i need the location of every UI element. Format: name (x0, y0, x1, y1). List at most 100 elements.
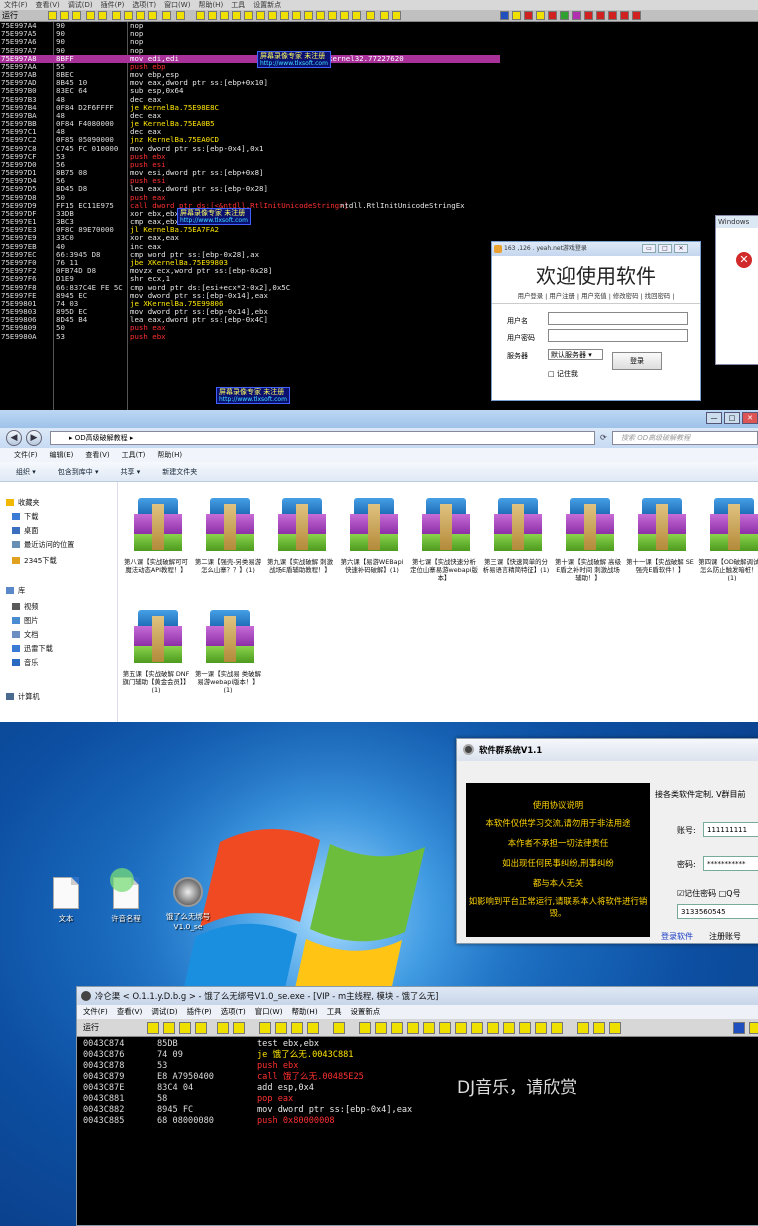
desktop-icon-text[interactable]: 文本 (36, 877, 96, 924)
close-icon[interactable]: ✕ (674, 244, 688, 253)
code-row[interactable]: 75E997BB 0F84 F4080000 je KernelBa.75EA0B5 (0, 119, 500, 128)
step-into-icon[interactable] (259, 1022, 271, 1034)
run-icon[interactable] (86, 11, 95, 20)
goto-icon[interactable] (176, 11, 185, 20)
file-label[interactable]: 第五课【实战破解 DNF 旗门辅助【黄金会员】】(1) (122, 670, 190, 695)
menu-item[interactable]: 查看(V) (36, 1, 60, 9)
nav-item[interactable]: 收藏夹 (6, 498, 40, 508)
code-row[interactable]: 0043C885 68 08000080 push 0x80000008 (81, 1116, 758, 1127)
password-input[interactable]: *********** (703, 856, 758, 871)
code-row[interactable]: 75E997B4 0F84 D2F6FFFF je KernelBa.75E98E8… (0, 103, 500, 112)
trace-over-icon[interactable] (148, 11, 157, 20)
plugin-icon-9[interactable] (596, 11, 605, 20)
menu-item[interactable]: 共享 ▾ (121, 468, 141, 476)
menu-item[interactable]: 工具 (327, 1007, 342, 1016)
list-icon[interactable] (380, 11, 389, 20)
close-icon[interactable] (72, 11, 81, 20)
menu-item[interactable]: 帮助(H) (198, 1, 223, 9)
list-icon[interactable] (593, 1022, 605, 1034)
code-row[interactable]: 75E997E3 0F8C 89E70000 jl KernelBa.75EA7FA… (0, 226, 500, 234)
nav-item[interactable]: 迅雷下载 (12, 644, 53, 654)
plugin-icon-3[interactable] (524, 11, 533, 20)
minimize-icon[interactable]: — (706, 412, 722, 424)
executable-modules-icon[interactable] (208, 11, 217, 20)
nav-item[interactable]: 下载 (12, 512, 38, 522)
pause-icon[interactable] (98, 11, 107, 20)
cpu-icon[interactable] (455, 1022, 467, 1034)
menu-item[interactable]: 窗口(W) (255, 1007, 283, 1016)
account-links[interactable]: 用户登录 | 用户注册 | 用户充值 | 修改密码 | 找回密码 | (492, 291, 700, 304)
help-icon[interactable] (392, 11, 401, 20)
trace-over-icon[interactable] (307, 1022, 319, 1034)
file-label[interactable]: 第六课【易游WEBapi快速补码破解】(1) (338, 558, 406, 574)
step-over-icon[interactable] (275, 1022, 287, 1034)
menu-item[interactable]: 选项(T) (132, 1, 156, 9)
code-row[interactable]: 75E997A6 90 nop (0, 38, 500, 46)
patches-icon[interactable] (471, 1022, 483, 1034)
execute-till-return-icon[interactable] (162, 11, 171, 20)
back-icon[interactable]: ◀ (6, 430, 22, 446)
source-icon[interactable] (340, 11, 349, 20)
trace-into-icon[interactable] (136, 11, 145, 20)
code-row[interactable]: 75E997A7 90 nop (0, 46, 500, 55)
cpu-icon[interactable] (268, 11, 277, 20)
log-window-icon[interactable] (359, 1022, 371, 1034)
plugin-icon-11[interactable] (620, 11, 629, 20)
nav-item[interactable]: 库 (6, 586, 25, 596)
call-stack-icon[interactable] (487, 1022, 499, 1034)
code-row[interactable]: 0043C882 8945 FC mov dword ptr ss:[ebp-0x4… (81, 1105, 758, 1116)
minimize-icon[interactable]: ▭ (642, 244, 656, 253)
menu-item[interactable]: 工具(T) (122, 451, 146, 459)
menu-item[interactable]: 包含到库中 ▾ (58, 468, 99, 476)
menu-item[interactable]: 帮助(H) (157, 451, 182, 459)
code-row[interactable]: 0043C874 85DB test ebx,ebx (81, 1039, 758, 1050)
register-link[interactable]: 注册账号 (709, 931, 741, 942)
maximize-icon[interactable]: □ (658, 244, 672, 253)
references-icon[interactable] (316, 11, 325, 20)
goto-icon[interactable] (333, 1022, 345, 1034)
file-label[interactable]: 第四课【OD破解调试时怎么防止触发暗桩！】(1) (698, 558, 758, 583)
code-row[interactable]: 75E99809 50 push eax (0, 324, 500, 332)
windows-icon[interactable] (244, 11, 253, 20)
winrar-archive-icon[interactable] (486, 496, 546, 554)
plugin-icon[interactable] (749, 1022, 758, 1034)
options-icon[interactable] (366, 11, 375, 20)
code-row[interactable]: 0043C878 53 push ebx (81, 1061, 758, 1072)
disassembly-pane[interactable]: 75E997A4 90 nop 75E997A5 90 nop 75E997A6 90 nop 7… (0, 21, 500, 341)
plugin-icon-5[interactable] (548, 11, 557, 20)
plugin-icon-8[interactable] (584, 11, 593, 20)
breakpoints-icon[interactable] (304, 11, 313, 20)
nav-item[interactable]: 音乐 (12, 658, 38, 668)
code-row[interactable]: 75E997D1 8B75 08 mov esi,dword ptr ss:[ebp… (0, 168, 500, 177)
winrar-archive-icon[interactable] (198, 496, 258, 554)
menu-item[interactable]: 查看(V) (85, 451, 109, 459)
disassembly-pane[interactable]: 0043C874 85DB test ebx,ebx 0043C876 74 09 je … (81, 1039, 758, 1127)
menu-item[interactable]: 设置新点 (253, 1, 281, 9)
menu-item[interactable]: 插件(P) (187, 1007, 212, 1016)
log-window-icon[interactable] (196, 11, 205, 20)
code-row[interactable]: 75E997CF 53 push ebx (0, 152, 500, 161)
password-input[interactable] (548, 329, 688, 342)
breakpoints-icon[interactable] (503, 1022, 515, 1034)
username-input[interactable] (548, 312, 688, 325)
winrar-archive-icon[interactable] (126, 608, 186, 666)
file-label[interactable]: 第十一课【实战破解 SE强壳E盾软件！】 (626, 558, 694, 574)
nav-item[interactable]: 文档 (12, 630, 38, 640)
plugin-icon-10[interactable] (608, 11, 617, 20)
qq-select[interactable]: 3133560545 (677, 904, 758, 919)
desktop-icon-app[interactable]: 饿了么无绑号V1.0_se (158, 877, 218, 931)
close-icon[interactable]: ✕ (742, 412, 758, 424)
code-row[interactable]: 75E997A8 8BFF mov edi,edi kernel32.77227620 (0, 54, 500, 63)
remember-password-checkbox[interactable]: ☑记住密码 □Q号 (677, 888, 741, 899)
search-input[interactable]: 搜索 OD高级破解教程 (612, 431, 758, 445)
open-icon[interactable] (147, 1022, 159, 1034)
code-row[interactable]: 75E997D5 8D45 D8 lea eax,dword ptr ss:[ebp… (0, 185, 500, 193)
menu-item[interactable]: 组织 ▾ (16, 468, 36, 476)
winrar-archive-icon[interactable] (414, 496, 474, 554)
code-row[interactable]: 0043C876 74 09 je 饿了么无.0043C881 (81, 1050, 758, 1061)
code-row[interactable]: 75E997F2 0FB74D D8 movzx ecx,word ptr ss:[… (0, 266, 500, 275)
winrar-archive-icon[interactable] (702, 496, 758, 554)
memory-map-icon[interactable] (391, 1022, 403, 1034)
menu-item[interactable]: 查看(V) (117, 1007, 143, 1016)
plugin-icon-12[interactable] (632, 11, 641, 20)
